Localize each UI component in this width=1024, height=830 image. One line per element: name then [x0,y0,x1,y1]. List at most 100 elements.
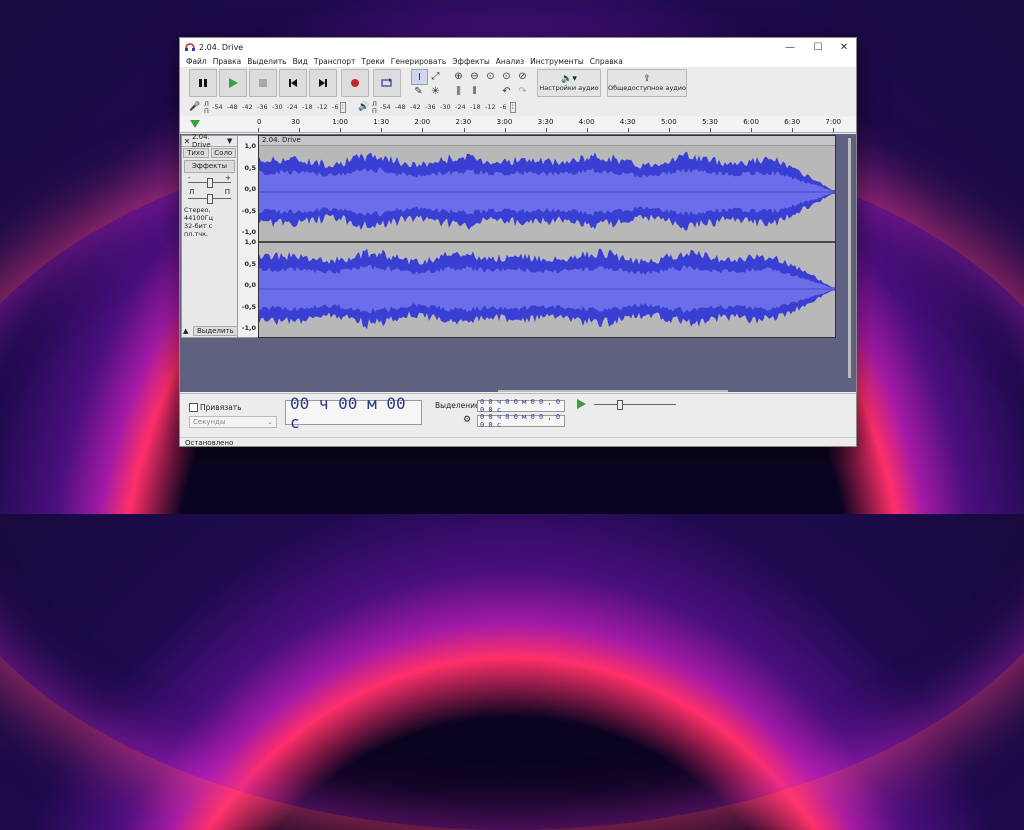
track-menu-chevron-icon[interactable]: ▼ [227,137,237,145]
amplitude-label: 0,0 [244,281,256,289]
silence-audio-icon[interactable]: ⫴ [467,84,482,98]
selection-toolbar: Привязать Секунды ⌄ 00 ч 00 м 00 с Выдел… [180,393,856,438]
draw-tool-icon[interactable]: ✎ [411,84,426,98]
gain-plus-label: + [225,174,231,182]
loop-button[interactable] [373,69,401,97]
play-at-speed-icon [577,399,586,409]
title-bar: 2.04. Drive — ☐ ✕ [180,38,856,56]
track-select-button[interactable]: Выделить [193,326,238,336]
snap-label: Привязать [200,403,242,412]
ruler-tick-label: 2:30 [455,118,472,126]
audio-setup-label: Настройки аудио [539,84,599,92]
meter-tick-label: -6 [332,103,339,111]
ruler-tick [340,128,342,132]
fit-selection-icon[interactable]: ⊙ [483,69,498,83]
redo-icon[interactable]: ↷ [515,84,530,98]
zoom-out-icon[interactable]: ⊖ [467,69,482,83]
menu-item-5[interactable]: Треки [358,57,387,66]
amplitude-label: 1,0 [244,238,256,246]
snap-checkbox[interactable] [189,403,198,412]
playback-speed-slider[interactable] [592,398,678,410]
menu-item-4[interactable]: Транспорт [311,57,359,66]
menu-item-0[interactable]: Файл [183,57,210,66]
play-button[interactable] [219,69,247,97]
menu-item-1[interactable]: Правка [210,57,245,66]
multi-tool-icon[interactable]: ✳ [428,84,443,98]
effects-button[interactable]: Эффекты [184,160,235,173]
pause-button[interactable] [189,69,217,97]
record-button[interactable] [341,69,369,97]
skip-to-start-button[interactable] [279,69,307,97]
pan-right-label: П [224,188,230,196]
menu-item-9[interactable]: Инструменты [527,57,587,66]
meter-tick-label: -36 [257,103,268,111]
record-meter[interactable]: -54 -48 -42 -36 -30 -24 -18 -12 -6 [212,103,347,113]
clip-title[interactable]: 2.04. Drive [259,136,835,146]
undo-icon[interactable]: ↶ [499,84,514,98]
status-bar: Остановлено [180,437,856,446]
fit-project-icon[interactable]: ⊙ [499,69,514,83]
audacity-logo-icon [185,43,195,51]
ruler-tick [833,128,835,132]
gain-slider-thumb[interactable] [207,178,213,188]
ruler-tick-label: 6:00 [743,118,759,126]
meter-tick-label: -48 [227,103,238,111]
waveform-clip[interactable]: 2.04. Drive [258,135,836,338]
audio-position-value: 00 ч 00 м 00 с [290,393,406,432]
share-audio-button[interactable]: ⇪ Общедоступное аудио [607,69,687,97]
menu-item-3[interactable]: Вид [290,57,311,66]
amplitude-label: 0,5 [244,163,256,172]
meter-tick-label: -30 [440,103,451,111]
ruler-tick-label: 1:00 [332,118,348,126]
snap-unit-select[interactable]: Секунды ⌄ [189,416,277,428]
pause-icon [199,79,207,87]
menu-bar: Файл Правка Выделить Вид Транспорт Треки Генер… [180,56,856,67]
skip-to-end-button[interactable] [309,69,337,97]
envelope-tool-icon[interactable]: ⤢ [428,69,443,83]
selection-start-field[interactable]: 0 0 ч 0 0 м 0 0 , 0 0 0 с [477,398,565,414]
menu-item-8[interactable]: Анализ [493,57,527,66]
mute-button[interactable]: Тихо [183,148,209,158]
amplitude-label: -0,5 [241,302,256,311]
play-meter[interactable]: -54 -48 -42 -36 -30 -24 -18 -12 -6 [380,103,510,113]
zoom-toggle-icon[interactable]: ⊘ [515,69,530,83]
play-at-speed-button[interactable] [576,399,586,411]
amplitude-label: -0,5 [241,206,256,215]
minimize-button[interactable]: — [776,38,804,56]
stop-button[interactable] [249,69,277,97]
ruler-tick-label: 1:30 [373,118,390,126]
audio-setup-button[interactable]: 🔈▾ Настройки аудио [537,69,601,97]
vertical-scrollbar[interactable] [848,138,851,378]
selection-end-field[interactable]: 0 0 ч 0 0 м 0 0 , 0 0 0 с [477,413,565,429]
selection-tool-icon[interactable]: I [411,69,428,85]
menu-item-10[interactable]: Справка [587,57,626,66]
loop-icon [381,78,392,87]
ruler-tick-label: 5:00 [661,118,677,126]
amplitude-scale: 1,0 0,5 0,0 -0,5 -1,0 1,0 0,5 0,0 -0,5 -1,0 [238,135,258,338]
microphone-icon: 🎤 [189,102,201,112]
skip-start-icon [289,79,297,87]
timeline-ruler[interactable]: 0 30 1:00 1:30 2:00 2:30 3:00 3:30 4:00 4:30 5:00 5… [180,117,856,133]
close-window-button[interactable]: ✕ [830,38,856,56]
track-name[interactable]: 2.04. Drive [192,133,227,149]
pan-slider-thumb[interactable] [207,194,213,204]
collapse-track-icon[interactable]: ▲ [183,327,193,335]
menu-item-7[interactable]: Эффекты [449,57,493,66]
trim-audio-icon[interactable]: ⫼ [451,84,466,98]
meter-tick-label: -30 [272,103,283,111]
horizontal-scrollbar[interactable] [498,390,728,392]
ruler-tick-label: 7:00 [825,118,842,126]
audacity-window: 2.04. Drive — ☐ ✕ Файл Правка Выделить Вид Т… [179,37,857,447]
menu-item-2[interactable]: Выделить [244,57,289,66]
maximize-button[interactable]: ☐ [804,38,832,56]
amplitude-label: 0,5 [244,259,256,268]
ruler-tick-label: 3:30 [537,118,554,126]
gear-icon[interactable]: ⚙ [463,415,471,425]
audio-position-display[interactable]: 00 ч 00 м 00 с [285,394,422,432]
menu-item-6[interactable]: Генерировать [388,57,450,66]
close-track-icon[interactable]: ✕ [182,137,192,146]
speed-slider-thumb[interactable] [617,400,623,410]
zoom-in-icon[interactable]: ⊕ [451,69,466,83]
solo-button[interactable]: Соло [210,148,236,158]
ruler-tick-label: 6:30 [784,118,801,126]
